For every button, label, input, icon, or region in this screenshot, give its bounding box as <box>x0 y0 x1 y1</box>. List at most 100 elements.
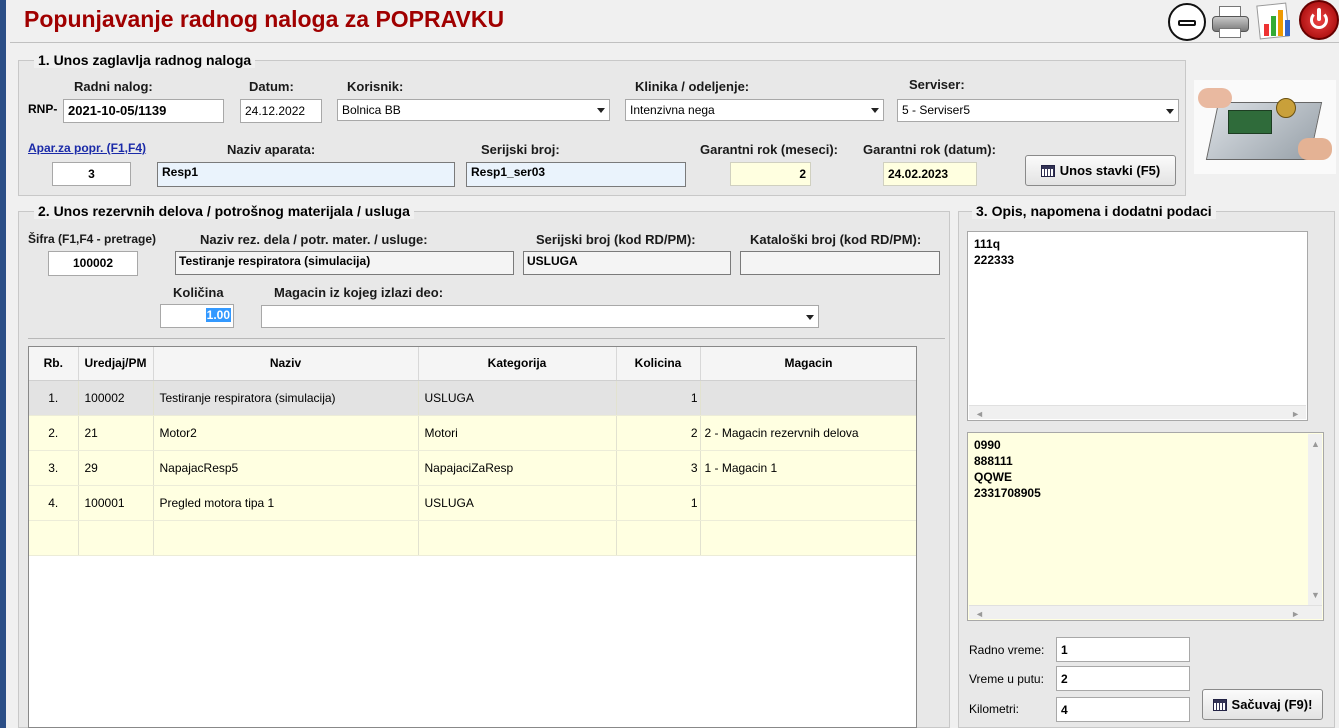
chevron-down-icon <box>1166 108 1174 114</box>
napomena-textarea[interactable]: 0990 888111 QQWE 2331708905 ◄ ► ▲ ▼ <box>967 432 1324 621</box>
serijski-broj-field[interactable]: Resp1_ser03 <box>466 162 686 187</box>
radni-nalog-field[interactable]: 2021-10-05/1139 <box>63 99 224 123</box>
aparat-lookup-link[interactable]: Apar.za popr. (F1,F4) <box>28 141 146 155</box>
cell-naziv: Testiranje respiratora (simulacija) <box>153 380 419 416</box>
naziv-rez-dela-field[interactable]: Testiranje respiratora (simulacija) <box>175 251 514 275</box>
klinika-label: Klinika / odeljenje: <box>635 79 750 94</box>
kataloski-broj-label: Kataloški broj (kod RD/PM): <box>750 232 922 247</box>
korisnik-value: Bolnica BB <box>342 103 401 117</box>
report-chart-icon[interactable] <box>1256 2 1294 40</box>
cell-uredjaj: 21 <box>78 415 154 451</box>
cell-magacin: 1 - Magacin 1 <box>700 450 916 486</box>
window-left-border <box>0 0 6 728</box>
garantni-meseci-field[interactable]: 2 <box>730 162 811 186</box>
sacuvaj-label: Sačuvaj (F9)! <box>1231 697 1313 712</box>
cell-magacin: 2 - Magacin rezervnih delova <box>700 415 916 451</box>
cell-uredjaj: 100001 <box>78 485 154 521</box>
cell-naziv: Motor2 <box>153 415 419 451</box>
sifra-field[interactable]: 100002 <box>48 251 138 276</box>
kolicina-field[interactable]: 1.00 <box>160 304 234 328</box>
col-header-rb[interactable]: Rb. <box>29 347 79 381</box>
garantni-datum-field[interactable]: 24.02.2023 <box>883 162 977 186</box>
serviser-select[interactable]: 5 - Serviser5 <box>897 99 1179 122</box>
table-row[interactable]: 3. 29 NapajacResp5 NapajaciZaResp 3 1 - … <box>29 450 916 486</box>
radno-vreme-label: Radno vreme: <box>969 643 1045 657</box>
calendar-icon <box>1212 698 1227 711</box>
table-header-row: Rb. Uredjaj/PM Naziv Kategorija Kolicina… <box>29 347 916 381</box>
vreme-u-putu-field[interactable]: 2 <box>1056 666 1190 691</box>
garantni-meseci-label: Garantni rok (meseci): <box>700 142 838 157</box>
aparat-id-field[interactable]: 3 <box>52 162 131 186</box>
naziv-aparata-field[interactable]: Resp1 <box>157 162 455 187</box>
magacin-label: Magacin iz kojeg izlazi deo: <box>274 285 444 300</box>
col-header-naziv[interactable]: Naziv <box>153 347 419 381</box>
col-header-uredjaj[interactable]: Uredjaj/PM <box>78 347 154 381</box>
cell-rb: 2. <box>29 415 79 451</box>
minimize-icon[interactable] <box>1168 3 1206 41</box>
garantni-datum-label: Garantni rok (datum): <box>863 142 996 157</box>
cell-kolicina: 1 <box>616 380 701 416</box>
header-divider <box>10 42 1339 43</box>
cell-kategorija: USLUGA <box>418 485 617 521</box>
vertical-scrollbar[interactable]: ▲ ▼ <box>1308 434 1322 605</box>
klinika-select[interactable]: Intenzivna nega <box>625 99 884 121</box>
horizontal-scrollbar[interactable]: ◄ ► <box>969 605 1322 619</box>
cell-kolicina: 3 <box>616 450 701 486</box>
serijski-rdpm-field[interactable]: USLUGA <box>523 251 731 275</box>
cell-rb: 1. <box>29 380 79 416</box>
korisnik-select[interactable]: Bolnica BB <box>337 99 610 121</box>
opis-text: 111q 222333 <box>974 237 1015 267</box>
serviser-value: 5 - Serviser5 <box>902 103 971 117</box>
unos-stavki-button[interactable]: Unos stavki (F5) <box>1025 155 1176 186</box>
power-icon[interactable] <box>1299 0 1339 40</box>
items-table: Rb. Uredjaj/PM Naziv Kategorija Kolicina… <box>29 347 916 556</box>
radno-vreme-field[interactable]: 1 <box>1056 637 1190 662</box>
section2-divider <box>28 338 945 339</box>
unos-stavki-label: Unos stavki (F5) <box>1059 163 1161 178</box>
cell-kategorija: USLUGA <box>418 380 617 416</box>
naziv-rez-dela-label: Naziv rez. dela / potr. mater. / usluge: <box>200 232 428 247</box>
opis-textarea[interactable]: 111q 222333 ◄ ► <box>967 231 1308 421</box>
printer-icon[interactable] <box>1211 4 1251 40</box>
col-header-magacin[interactable]: Magacin <box>700 347 916 381</box>
calendar-icon <box>1040 164 1055 177</box>
col-header-kategorija[interactable]: Kategorija <box>418 347 617 381</box>
serijski-rdpm-label: Serijski broj (kod RD/PM): <box>536 232 696 247</box>
cell-kolicina: 1 <box>616 485 701 521</box>
table-row[interactable]: 2. 21 Motor2 Motori 2 2 - Magacin rezerv… <box>29 415 916 451</box>
cell-uredjaj: 29 <box>78 450 154 486</box>
sacuvaj-button[interactable]: Sačuvaj (F9)! <box>1202 689 1323 720</box>
cell-kategorija: NapajaciZaResp <box>418 450 617 486</box>
datum-field[interactable]: 24.12.2022 <box>240 99 322 123</box>
kilometri-field[interactable]: 4 <box>1056 697 1190 722</box>
magacin-select[interactable] <box>261 305 819 328</box>
rnp-prefix: RNP- <box>28 102 58 116</box>
kolicina-value: 1.00 <box>205 308 231 322</box>
table-row[interactable]: 4. 100001 Pregled motora tipa 1 USLUGA 1 <box>29 485 916 521</box>
device-photo <box>1194 80 1336 174</box>
korisnik-label: Korisnik: <box>347 79 404 94</box>
datum-label: Datum: <box>249 79 294 94</box>
cell-magacin <box>700 380 916 416</box>
section1-title: 1. Unos zaglavlja radnog naloga <box>34 52 256 68</box>
serviser-label: Serviser: <box>909 77 965 92</box>
naziv-aparata-label: Naziv aparata: <box>227 142 316 157</box>
kataloski-broj-field[interactable] <box>740 251 940 275</box>
cell-naziv: Pregled motora tipa 1 <box>153 485 419 521</box>
section2-title: 2. Unos rezervnih delova / potrošnog mat… <box>34 203 414 219</box>
col-header-kolicina[interactable]: Kolicina <box>616 347 701 381</box>
table-row[interactable]: 1. 100002 Testiranje respiratora (simula… <box>29 380 916 416</box>
chevron-down-icon <box>806 314 814 320</box>
horizontal-scrollbar[interactable]: ◄ ► <box>969 405 1306 419</box>
page-title: Popunjavanje radnog naloga za POPRAVKU <box>24 6 505 32</box>
items-grid: Rb. Uredjaj/PM Naziv Kategorija Kolicina… <box>28 346 917 728</box>
radni-nalog-label: Radni nalog: <box>74 79 153 94</box>
vreme-u-putu-label: Vreme u putu: <box>969 672 1044 686</box>
cell-kolicina: 2 <box>616 415 701 451</box>
chevron-down-icon <box>871 108 879 113</box>
napomena-text: 0990 888111 QQWE 2331708905 <box>974 438 1041 500</box>
section3-title: 3. Opis, napomena i dodatni podaci <box>972 203 1216 219</box>
kolicina-label: Količina <box>173 285 224 300</box>
table-row-empty[interactable] <box>29 520 916 556</box>
klinika-value: Intenzivna nega <box>630 103 715 117</box>
